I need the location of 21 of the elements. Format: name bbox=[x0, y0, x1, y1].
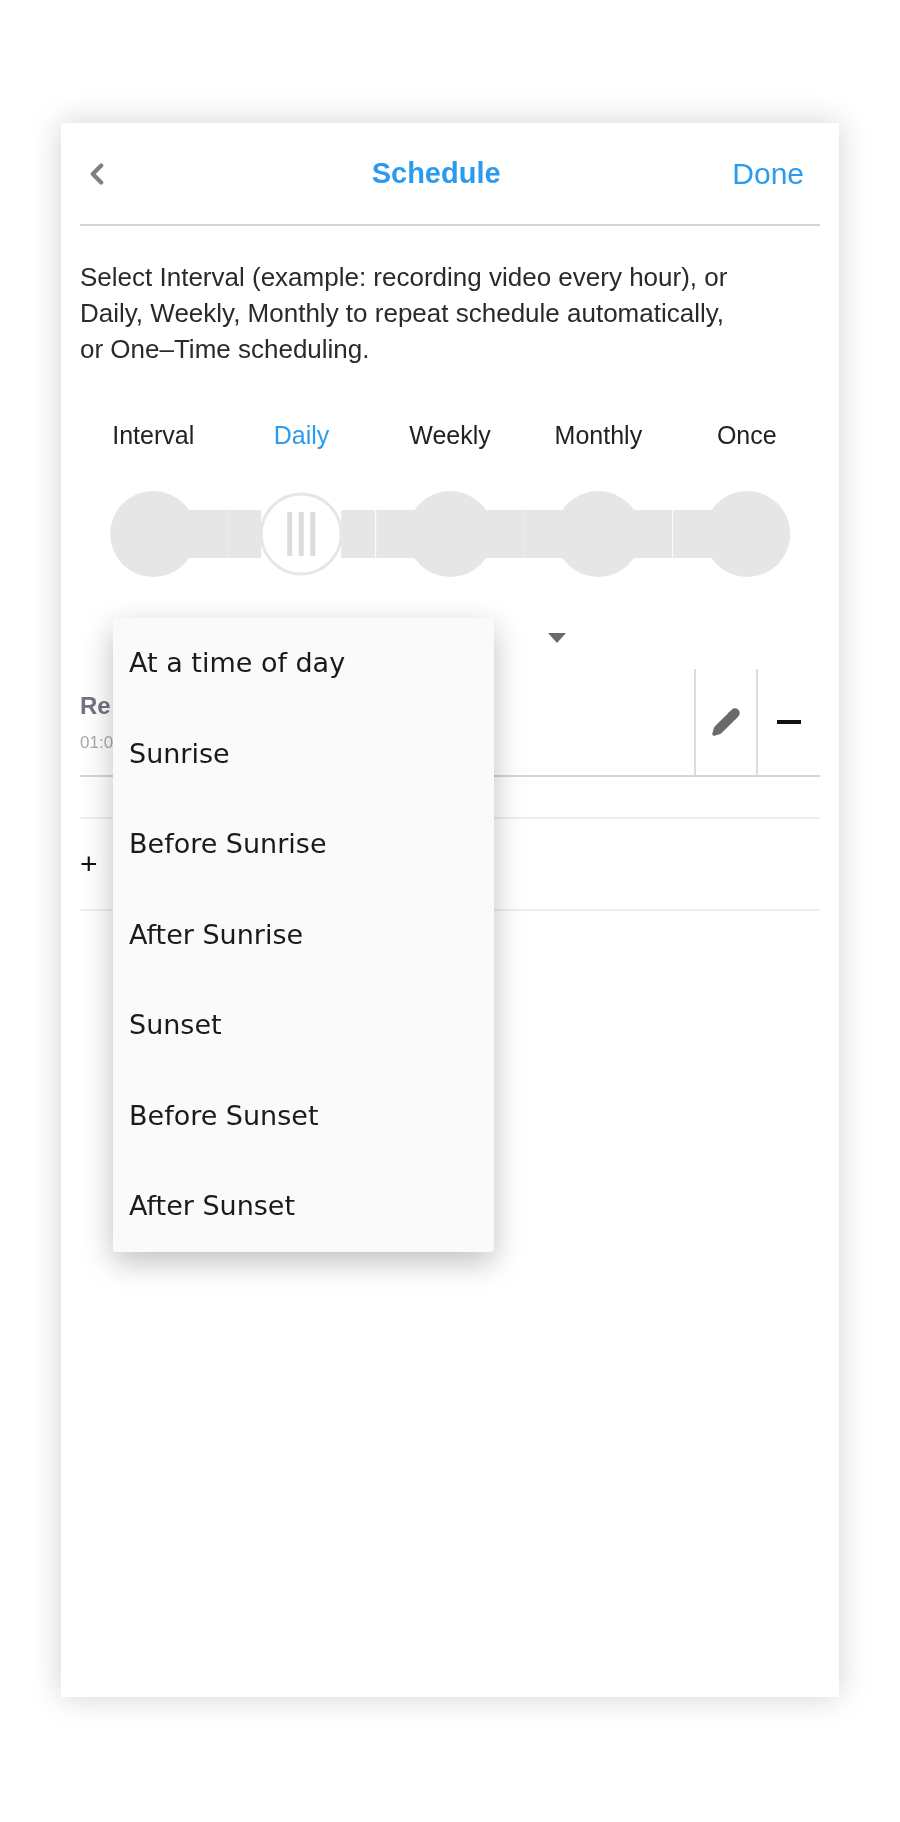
slider-stop[interactable] bbox=[375, 489, 525, 578]
mode-tab[interactable]: Interval bbox=[79, 417, 228, 455]
schedule-title: Re bbox=[80, 690, 111, 721]
mode-tab[interactable]: Weekly bbox=[375, 417, 525, 455]
pencil-icon bbox=[711, 706, 741, 737]
menu-item[interactable]: Before Sunset bbox=[113, 1070, 494, 1161]
add-label[interactable]: + bbox=[80, 841, 98, 886]
description-text: Select Interval (example: recording video every hour), or Daily, Weekly, Monthly to repeat schedule automatically, or One–Time scheduling. bbox=[80, 261, 729, 366]
menu-item[interactable]: Sunset bbox=[113, 980, 494, 1071]
mode-tab[interactable]: Monthly bbox=[524, 417, 673, 455]
dropdown-caret-icon bbox=[548, 632, 566, 643]
menu-item[interactable]: Before Sunrise bbox=[113, 799, 494, 890]
menu-item[interactable]: Sunrise bbox=[113, 708, 494, 799]
menu-item[interactable]: After Sunset bbox=[113, 1161, 494, 1252]
screen-title: Schedule bbox=[371, 155, 501, 191]
mode-tab[interactable]: Once bbox=[672, 417, 821, 455]
slider-stop[interactable] bbox=[524, 489, 673, 578]
minus-icon bbox=[777, 719, 801, 724]
schedule-time: 01:0 bbox=[80, 731, 114, 754]
menu-item[interactable]: After Sunrise bbox=[113, 889, 494, 980]
menu-item[interactable]: At a time of day bbox=[113, 618, 494, 709]
